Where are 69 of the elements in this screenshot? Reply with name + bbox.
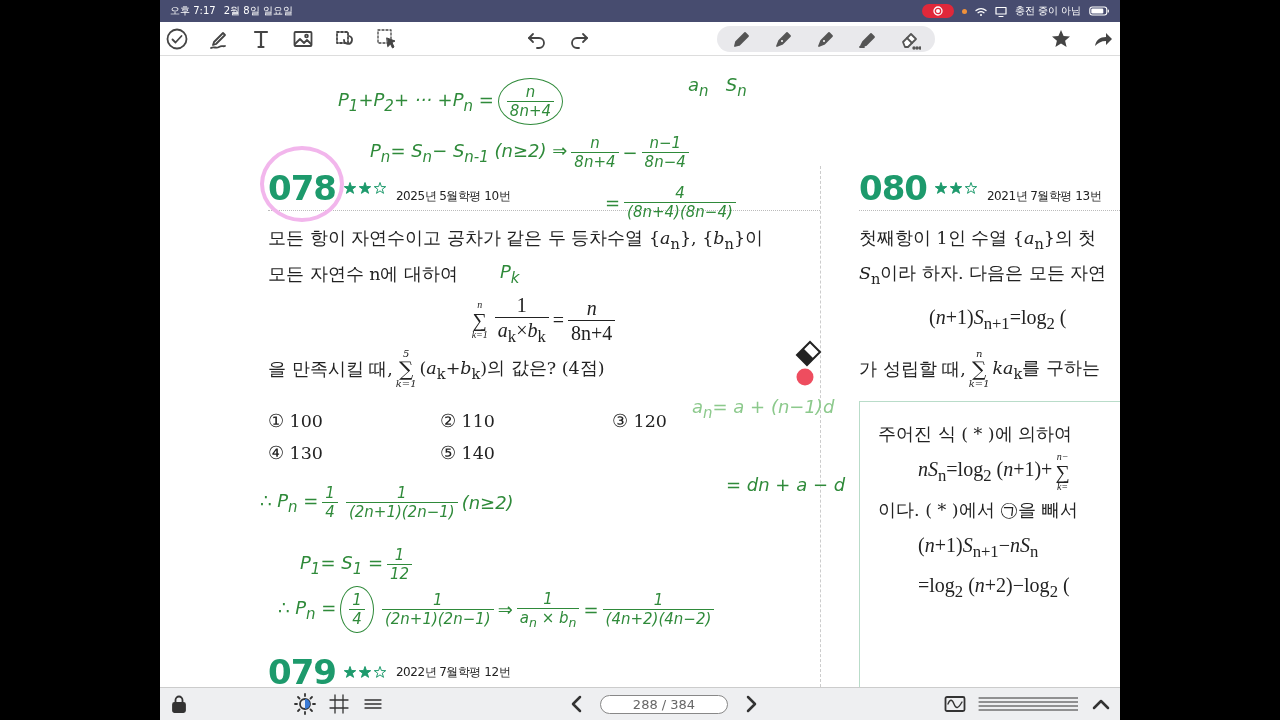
math-text: = dn + a − d	[726, 474, 846, 495]
fraction: 4 (8n+4)(8n−4)	[624, 184, 736, 221]
math-text: (n+1)S$_{n+1}$−nS$_{n}$	[918, 534, 1039, 562]
math-text: 모든 자연수 n에 대하여	[268, 262, 458, 286]
summation: n− ∑ k=	[1055, 452, 1070, 492]
grid-icon[interactable]	[328, 693, 350, 715]
fraction: 1 (4n+2)(4n−2)	[602, 591, 715, 628]
math-text: (a$_{k}$+b$_{k}$)의 값은? (4점)	[419, 357, 605, 382]
fraction: 1 (2n+1)(2n−1)	[381, 591, 494, 628]
math-text: P$_{n}$= S$_{n}$− S$_{n-1}$ (n≥2) ⇒	[370, 139, 568, 166]
status-time: 오후 7:17	[170, 4, 216, 18]
math-text: P$_{k}$	[500, 261, 520, 287]
answer-choice: ② 110	[440, 411, 495, 431]
display-icon	[994, 5, 1007, 17]
check-circle-icon[interactable]	[166, 27, 188, 50]
page-indicator[interactable]: 288 / 384	[599, 694, 729, 714]
wifi-icon	[974, 5, 987, 17]
math-text: P$_{1}$+P$_{2}$+ ··· +P$_{n}$ =	[338, 88, 494, 115]
status-date: 2월 8일 일요일	[223, 4, 293, 18]
answer-choice: ① 100	[268, 411, 323, 431]
math-text: 가 성립할 때,	[859, 358, 966, 381]
math-text: −	[622, 142, 638, 163]
math-text: 첫째항이 1인 수열 {a$_{n}$}의 첫	[859, 226, 1097, 252]
math-text: a$_{n}$ S$_{n}$	[688, 74, 747, 100]
waveform-icon[interactable]	[944, 693, 966, 715]
summation: n ∑ k=1	[471, 300, 488, 340]
math-text: a$_{n}$= a + (n−1)d	[692, 396, 835, 422]
math-text: =	[605, 192, 621, 213]
math-text: 주어진 식 ( * )에 의하여	[878, 423, 1073, 446]
fraction: 1 a$_{n}$ × b$_{n}$	[516, 589, 580, 630]
problem-number: 079	[268, 657, 336, 687]
problem-number: 078	[268, 168, 336, 208]
charging-status: 충전 중이 아님	[1014, 4, 1081, 18]
brightness-icon[interactable]	[294, 693, 316, 715]
fraction: 1 4	[322, 484, 338, 521]
problem-number: 080	[859, 168, 927, 208]
fraction: n−1 8n−4	[641, 134, 689, 171]
selection-icon[interactable]	[376, 27, 398, 50]
summation: 5 ∑ k=1	[395, 349, 417, 389]
fraction: n 8n+4	[571, 134, 619, 171]
math-text: =log$_{2}$ (n+2)−log$_{2}$ (	[918, 574, 1070, 602]
fraction: 1 12	[387, 546, 413, 583]
problem-source: 2025년 5월학평 10번	[396, 188, 511, 205]
math-text: =	[552, 308, 565, 332]
answer-choice: ④ 130	[268, 443, 323, 463]
fraction: 1 a$_{k}$×b$_{k}$	[494, 293, 549, 347]
fraction: 1 (2n+1)(2n−1)	[345, 484, 458, 521]
indicator-dot	[961, 8, 967, 14]
answer-choice: ⑤ 140	[440, 443, 495, 463]
math-text: 모든 항이 자연수이고 공차가 같은 두 등차수열 {a$_{n}$}, {b$_{n}$}이	[268, 226, 764, 252]
math-text: ∴ P$_{n}$ =	[260, 489, 319, 516]
math-text: ⇒	[497, 599, 513, 620]
math-text: 이다. ( * )에서 ㉠을 빼서	[878, 499, 1078, 522]
math-text: ka$_{k}$를 구하는	[992, 357, 1100, 382]
math-text: =	[583, 599, 599, 620]
summation: n ∑ k=1	[968, 349, 990, 389]
math-text: P$_{1}$= S$_{1}$ =	[300, 551, 383, 578]
fraction: n 8n+4	[568, 295, 616, 345]
screen-recording-icon	[921, 4, 954, 18]
math-text: S$_{n}$이라 하자. 다음은 모든 자연	[859, 261, 1107, 287]
math-text: (n+1)S$_{n+1}$=log$_{2}$ (	[929, 306, 1067, 334]
problem-source: 2021년 7월학평 13번	[987, 188, 1102, 205]
answer-choice: ③ 120	[612, 411, 667, 431]
battery-icon	[1089, 6, 1110, 16]
math-text: 을 만족시킬 때,	[268, 358, 393, 381]
math-text: ∴ P$_{n}$ =	[278, 596, 337, 623]
math-text: nS$_{n}$=log$_{2}$ (n+1)+	[918, 458, 1053, 486]
problem-source: 2022년 7월학평 12번	[396, 663, 511, 681]
math-text: (n≥2)	[461, 492, 514, 513]
